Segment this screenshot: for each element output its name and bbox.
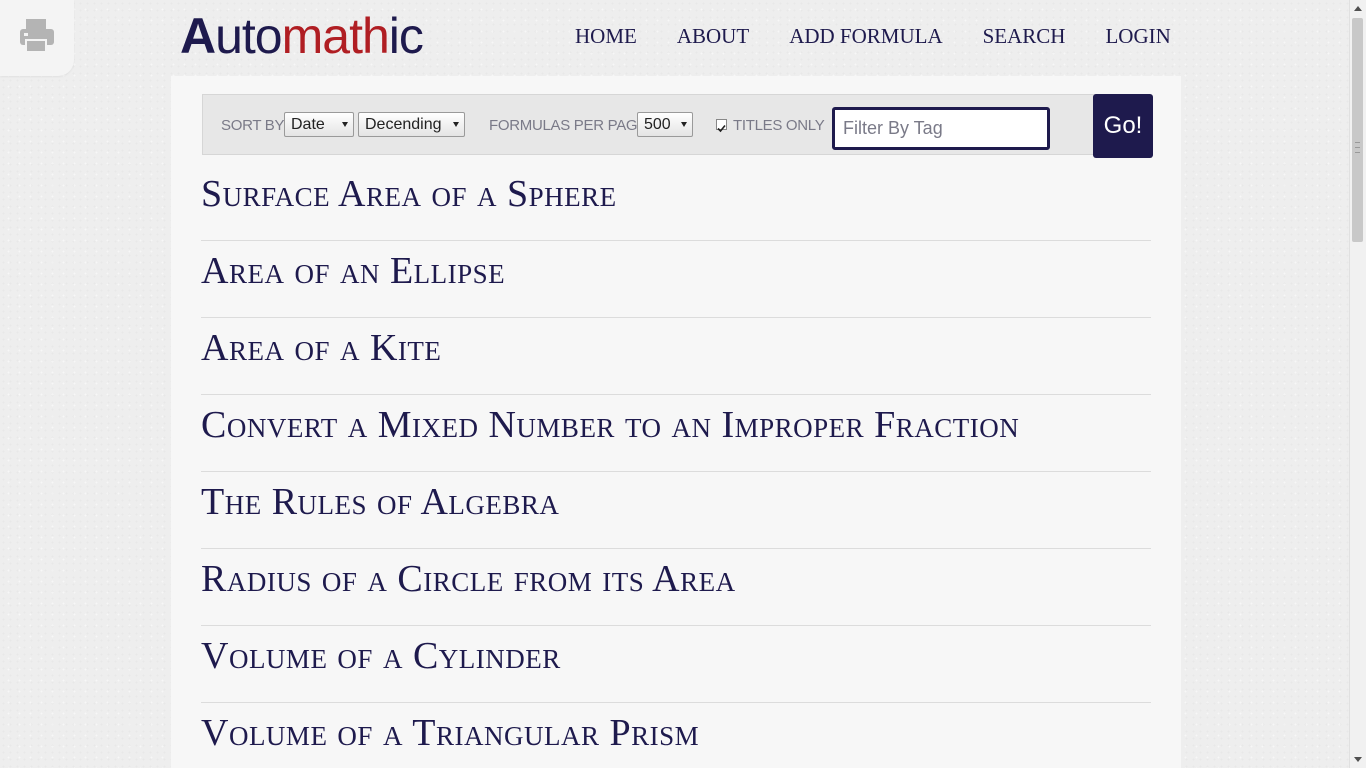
chevron-down-icon (342, 122, 348, 127)
list-item: Volume of a Cylinder (201, 626, 1151, 703)
site-logo[interactable]: Automathic (180, 6, 424, 66)
scrollbar-thumb[interactable] (1352, 18, 1363, 242)
list-item: Surface Area of a Sphere (201, 164, 1151, 241)
formula-link[interactable]: Surface Area of a Sphere (201, 164, 1151, 224)
formula-link[interactable]: Area of a Kite (201, 318, 1151, 378)
sort-field-value: Date (291, 116, 325, 133)
scroll-down-arrow-icon[interactable] (1354, 757, 1362, 762)
sort-order-value: Decending (365, 116, 442, 133)
printer-icon (17, 16, 57, 61)
print-button[interactable] (0, 0, 74, 76)
list-item: The Rules of Algebra (201, 472, 1151, 549)
formula-link[interactable]: Area of an Ellipse (201, 241, 1151, 301)
chevron-down-icon (453, 122, 459, 127)
nav-add-formula[interactable]: ADD FORMULA (789, 24, 942, 49)
nav-search[interactable]: SEARCH (983, 24, 1066, 49)
content-panel: SORT BY: Date Decending FORMULAS PER PAG… (171, 76, 1181, 768)
page-scrollbar[interactable] (1349, 0, 1366, 768)
formula-list: Surface Area of a Sphere Area of an Elli… (201, 164, 1151, 768)
nav-login[interactable]: LOGIN (1105, 24, 1170, 49)
formula-link[interactable]: The Rules of Algebra (201, 472, 1151, 532)
titles-only-label: TITLES ONLY (733, 117, 825, 134)
per-page-label: FORMULAS PER PAGE: (489, 117, 651, 134)
chevron-down-icon (681, 122, 687, 127)
nav-home[interactable]: HOME (575, 24, 637, 49)
sort-by-label: SORT BY: (221, 117, 288, 134)
list-item: Volume of a Triangular Prism (201, 703, 1151, 768)
grip-icon (1355, 142, 1360, 153)
checkmark-icon (717, 124, 726, 133)
logo-text-uto: uto (215, 8, 283, 64)
sort-order-select[interactable]: Decending (358, 112, 465, 137)
logo-text-math: math (281, 8, 390, 64)
per-page-value: 500 (644, 116, 671, 133)
go-button[interactable]: Go! (1093, 94, 1153, 158)
formula-link[interactable]: Volume of a Cylinder (201, 626, 1151, 686)
per-page-select[interactable]: 500 (637, 112, 693, 137)
sort-field-select[interactable]: Date (284, 112, 354, 137)
list-item: Radius of a Circle from its Area (201, 549, 1151, 626)
filter-by-tag-input[interactable] (832, 107, 1050, 150)
logo-letter-a: A (180, 8, 216, 64)
main-nav: HOME ABOUT ADD FORMULA SEARCH LOGIN (575, 24, 1211, 49)
logo-text-ic: ic (388, 8, 424, 64)
titles-only-checkbox[interactable] (716, 119, 727, 133)
list-item: Convert a Mixed Number to an Improper Fr… (201, 395, 1151, 472)
filter-toolbar: SORT BY: Date Decending FORMULAS PER PAG… (202, 94, 1153, 158)
scroll-up-arrow-icon[interactable] (1354, 6, 1362, 11)
list-item: Area of a Kite (201, 318, 1151, 395)
formula-link[interactable]: Convert a Mixed Number to an Improper Fr… (201, 395, 1151, 455)
list-item: Area of an Ellipse (201, 241, 1151, 318)
formula-link[interactable]: Volume of a Triangular Prism (201, 703, 1151, 763)
nav-about[interactable]: ABOUT (677, 24, 749, 49)
formula-link[interactable]: Radius of a Circle from its Area (201, 549, 1151, 609)
